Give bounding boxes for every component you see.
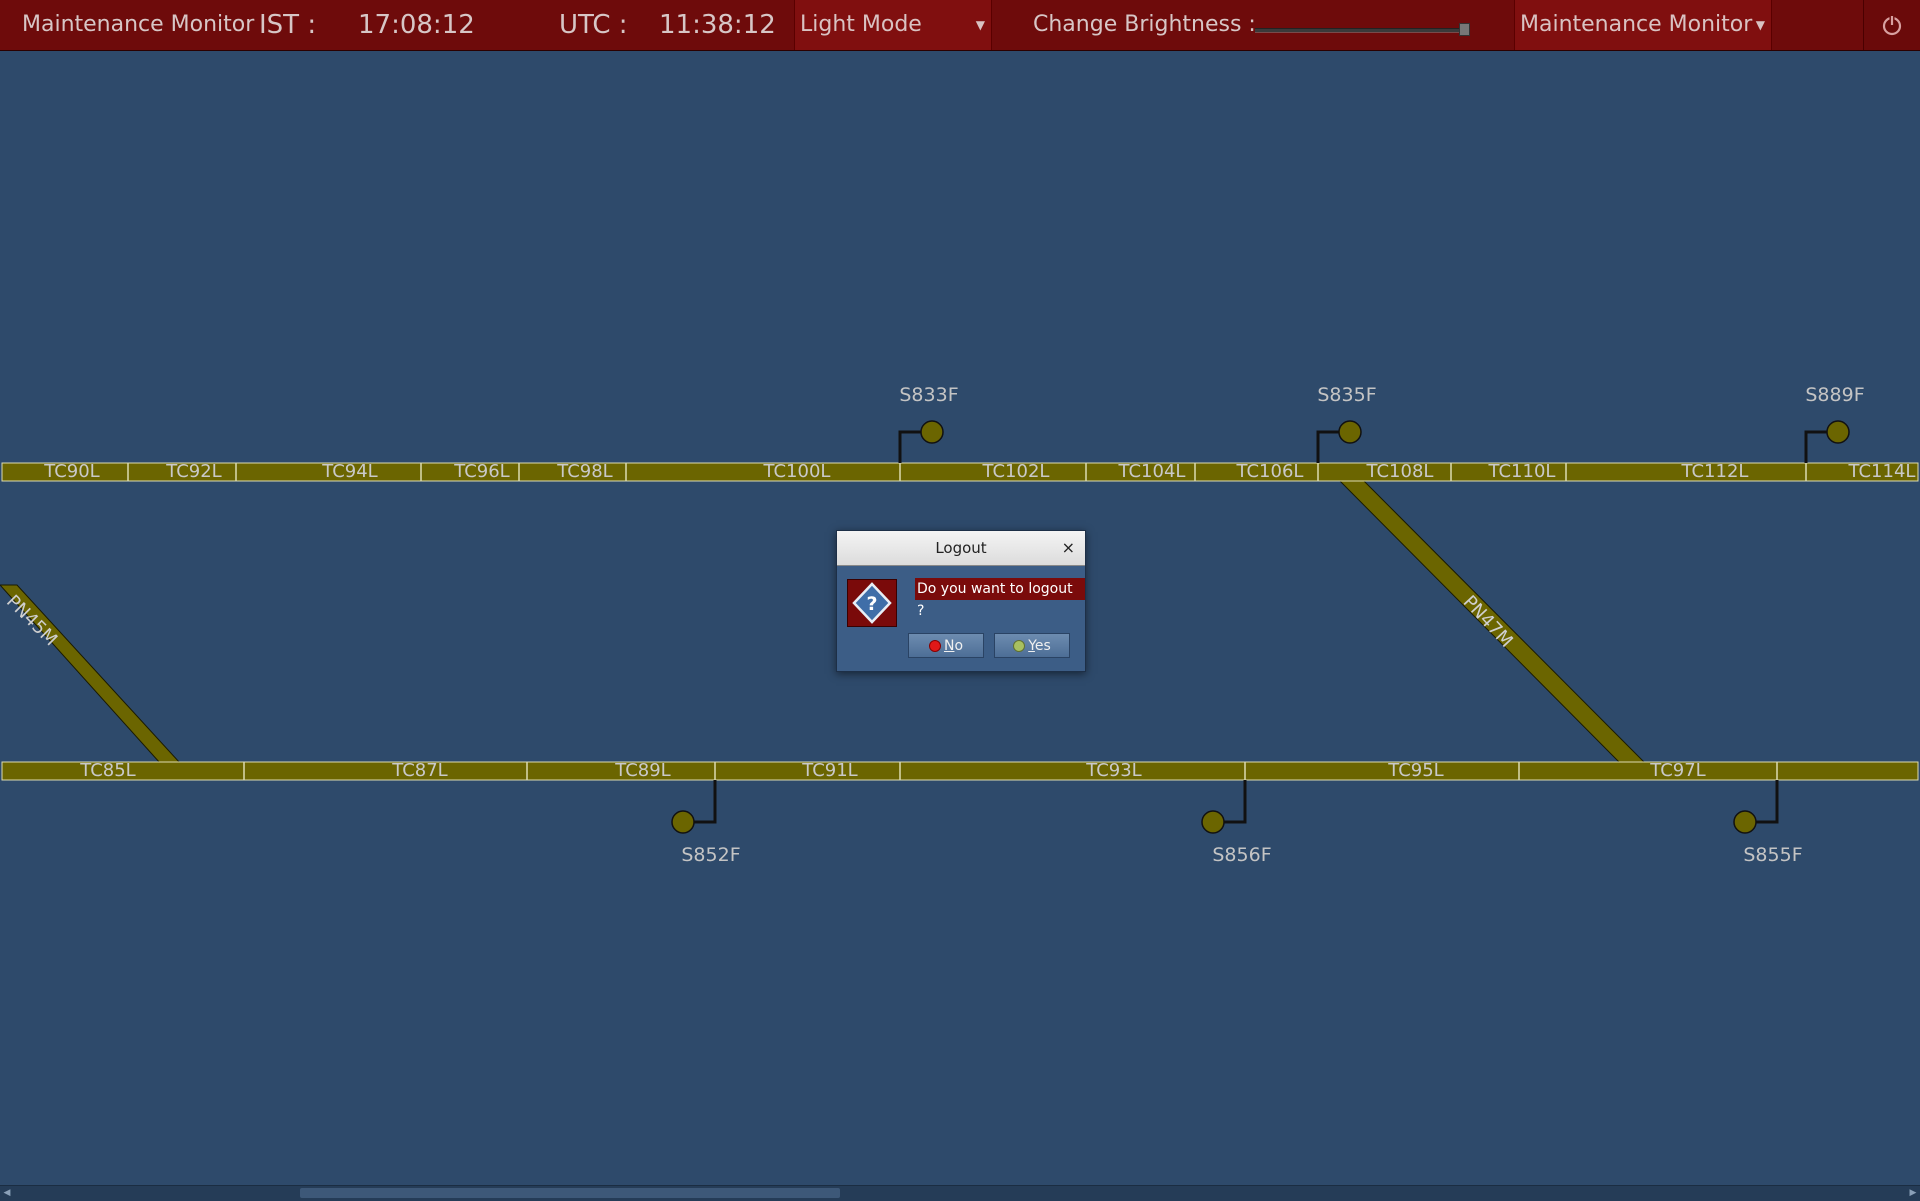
no-button-label: o <box>954 638 964 654</box>
dialog-message: Do you want to logout ? <box>915 578 1085 619</box>
no-button-mnemonic: N <box>943 638 955 654</box>
view-select[interactable]: Maintenance Monitor ▼ <box>1514 0 1772 50</box>
brightness-label: Change Brightness : <box>1033 12 1256 37</box>
power-icon <box>1882 16 1902 36</box>
scroll-left-icon[interactable]: ◀ <box>0 1186 14 1201</box>
track-circuit-label[interactable]: TC114L <box>1849 463 1916 481</box>
yes-button[interactable]: Yes <box>994 633 1070 658</box>
scrollbar-thumb[interactable] <box>300 1188 840 1198</box>
brightness-slider[interactable] <box>1255 28 1470 33</box>
signal-s852f[interactable] <box>671 780 717 834</box>
dialog-title: Logout <box>935 539 987 557</box>
signal-label: S889F <box>1805 384 1865 406</box>
brightness-slider-handle[interactable] <box>1459 23 1470 36</box>
theme-mode-value: Light Mode <box>800 12 922 37</box>
signal-s856f[interactable] <box>1201 780 1247 834</box>
track-circuit-label[interactable]: TC110L <box>1489 463 1556 481</box>
close-icon[interactable]: × <box>1062 531 1075 565</box>
utc-label: UTC : <box>559 10 628 40</box>
view-select-value: Maintenance Monitor <box>1520 12 1753 37</box>
signal-s833f[interactable] <box>898 420 944 463</box>
signal-label: S852F <box>681 844 741 866</box>
question-icon: ? <box>847 579 897 627</box>
track-circuit-label[interactable]: TC93L <box>1086 762 1141 780</box>
track-circuit-label[interactable]: TC100L <box>764 463 831 481</box>
track-circuit-label[interactable]: TC87L <box>392 762 447 780</box>
track-circuit-label[interactable]: TC90L <box>44 463 99 481</box>
ist-clock: 17:08:12 <box>358 10 475 40</box>
stop-icon <box>928 640 941 652</box>
track-circuit-label[interactable]: TC94L <box>322 463 377 481</box>
track-circuit-label[interactable]: TC85L <box>80 762 135 780</box>
signal-s855f[interactable] <box>1733 780 1779 834</box>
track-circuit-label[interactable]: TC89L <box>615 762 670 780</box>
signal-label: S833F <box>899 384 959 406</box>
chevron-down-icon: ▼ <box>975 18 985 32</box>
track-circuit-label[interactable]: TC102L <box>983 463 1050 481</box>
yes-button-label: es <box>1034 638 1051 654</box>
track-circuit-label[interactable]: TC98L <box>557 463 612 481</box>
signal-label: S835F <box>1317 384 1377 406</box>
chevron-down-icon: ▼ <box>1755 18 1765 32</box>
track-circuit-label[interactable]: TC97L <box>1650 762 1705 780</box>
theme-mode-select[interactable]: Light Mode ▼ <box>794 0 992 50</box>
yes-button-mnemonic: Y <box>1028 638 1035 654</box>
upper-track <box>1 462 1919 482</box>
track-circuit-label[interactable]: TC92L <box>166 463 221 481</box>
signal-label: S855F <box>1743 844 1803 866</box>
svg-text:?: ? <box>866 593 877 615</box>
app-title: Maintenance Monitor <box>22 12 255 37</box>
signal-s889f[interactable] <box>1804 420 1850 463</box>
logout-dialog: Logout × ? Do you want to logout ? No Ye… <box>836 530 1086 672</box>
confirm-icon <box>1013 640 1026 652</box>
track-circuit-label[interactable]: TC104L <box>1119 463 1186 481</box>
lower-track <box>1 761 1919 781</box>
track-circuit-label[interactable]: TC96L <box>454 463 509 481</box>
track-circuit-label[interactable]: TC108L <box>1367 463 1434 481</box>
signal-s835f[interactable] <box>1316 420 1362 463</box>
track-circuit-label[interactable]: TC91L <box>802 762 857 780</box>
utc-clock: 11:38:12 <box>659 10 776 40</box>
power-button[interactable] <box>1863 0 1920 50</box>
signal-label: S856F <box>1212 844 1272 866</box>
scroll-right-icon[interactable]: ▶ <box>1906 1186 1920 1201</box>
ist-label: IST : <box>259 10 317 40</box>
horizontal-scrollbar[interactable]: ◀ ▶ <box>0 1185 1920 1201</box>
no-button[interactable]: No <box>908 633 984 658</box>
dialog-title-bar[interactable]: Logout × <box>837 531 1085 566</box>
track-circuit-label[interactable]: TC95L <box>1388 762 1443 780</box>
top-bar: Maintenance Monitor IST : 17:08:12 UTC :… <box>0 0 1920 51</box>
track-circuit-label[interactable]: TC106L <box>1237 463 1304 481</box>
track-circuit-label[interactable]: TC112L <box>1682 463 1749 481</box>
